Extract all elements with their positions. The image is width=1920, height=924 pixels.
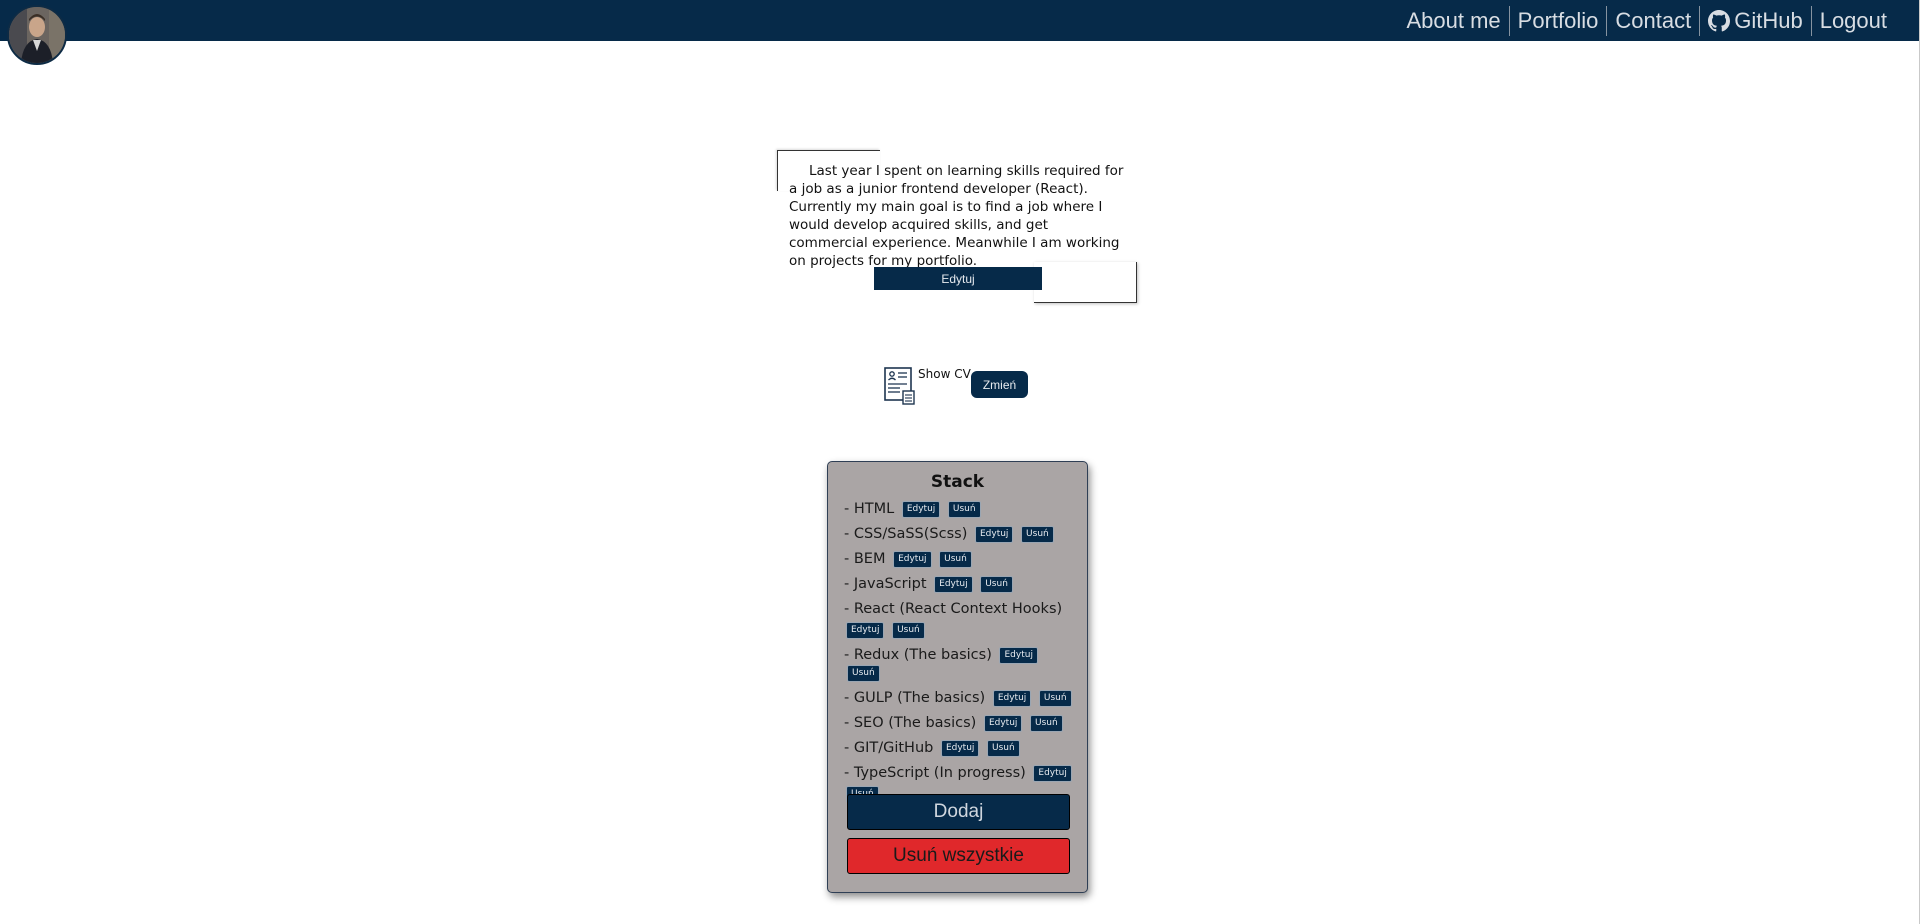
- stack-item-label: - React (React Context Hooks): [844, 601, 1063, 617]
- about-edit-button[interactable]: Edytuj: [874, 267, 1042, 290]
- stack-delete-button[interactable]: Usuń: [892, 621, 925, 639]
- nav-logout[interactable]: Logout: [1812, 6, 1895, 36]
- stack-item-label: - BEM: [844, 551, 886, 567]
- main-nav: About me Portfolio Contact GitHub Logout: [1399, 0, 1896, 41]
- stack-edit-button[interactable]: Edytuj: [992, 689, 1032, 707]
- stack-item-label: - GIT/GitHub: [844, 740, 934, 756]
- nav-contact[interactable]: Contact: [1607, 6, 1699, 36]
- top-navbar: About me Portfolio Contact GitHub Logout: [0, 0, 1919, 41]
- about-section: Last year I spent on learning skills req…: [777, 150, 1137, 303]
- stack-edit-button[interactable]: Edytuj: [901, 500, 941, 518]
- nav-github[interactable]: GitHub: [1700, 6, 1810, 36]
- cv-document-icon[interactable]: [884, 367, 916, 405]
- stack-edit-button[interactable]: Edytuj: [846, 621, 885, 639]
- github-icon: [1708, 9, 1731, 31]
- change-cv-button[interactable]: Zmień: [971, 371, 1028, 398]
- stack-item: - BEM Edytuj Usuń: [844, 550, 1074, 568]
- stack-item: - SEO (The basics) Edytuj Usuń: [844, 714, 1074, 732]
- stack-item-label: - SEO (The basics): [844, 715, 977, 731]
- stack-item: - HTML Edytuj Usuń: [844, 500, 1074, 518]
- stack-delete-button[interactable]: Usuń: [947, 500, 981, 518]
- delete-all-button[interactable]: Usuń wszystkie: [847, 838, 1070, 874]
- avatar: [7, 5, 67, 65]
- stack-item: - Redux (The basics) Edytuj Usuń: [844, 646, 1074, 682]
- stack-delete-button[interactable]: Usuń: [1038, 689, 1072, 707]
- stack-item: - React (React Context Hooks) Edytuj Usu…: [844, 600, 1074, 639]
- stack-item-label: - HTML: [844, 501, 895, 517]
- stack-delete-button[interactable]: Usuń: [987, 739, 1020, 757]
- stack-edit-button[interactable]: Edytuj: [934, 575, 973, 593]
- stack-item: - JavaScript Edytuj Usuń: [844, 575, 1074, 593]
- stack-delete-button[interactable]: Usuń: [1021, 525, 1054, 543]
- add-stack-button[interactable]: Dodaj: [847, 794, 1070, 830]
- stack-item: - CSS/SaSS(Scss) Edytuj Usuń: [844, 525, 1074, 543]
- stack-edit-button[interactable]: Edytuj: [999, 646, 1038, 664]
- avatar-photo-icon: [9, 7, 65, 63]
- nav-about-me[interactable]: About me: [1399, 6, 1509, 36]
- stack-item-label: - TypeScript (In progress): [844, 765, 1026, 781]
- stack-list: - HTML Edytuj Usuń - CSS/SaSS(Scss) Edyt…: [844, 500, 1074, 810]
- stack-delete-button[interactable]: Usuń: [1030, 714, 1063, 732]
- stack-edit-button[interactable]: Edytuj: [983, 714, 1023, 732]
- stack-item-label: - CSS/SaSS(Scss): [844, 526, 968, 542]
- stack-item-label: - Redux (The basics): [844, 647, 992, 663]
- stack-item-label: - GULP (The basics): [844, 690, 986, 706]
- stack-edit-button[interactable]: Edytuj: [893, 550, 932, 568]
- nav-portfolio[interactable]: Portfolio: [1510, 6, 1607, 36]
- stack-item-label: - JavaScript: [844, 576, 927, 592]
- stack-delete-button[interactable]: Usuń: [980, 575, 1013, 593]
- about-text: Last year I spent on learning skills req…: [789, 163, 1124, 269]
- nav-github-label: GitHub: [1734, 7, 1803, 33]
- stack-item: - GIT/GitHub Edytuj Usuń: [844, 739, 1074, 757]
- stack-edit-button[interactable]: Edytuj: [1033, 764, 1072, 782]
- stack-edit-button[interactable]: Edytuj: [940, 739, 980, 757]
- stack-delete-button[interactable]: Usuń: [939, 550, 972, 568]
- stack-card: Stack - HTML Edytuj Usuń - CSS/SaSS(Scss…: [827, 461, 1088, 893]
- stack-edit-button[interactable]: Edytuj: [974, 525, 1014, 543]
- stack-delete-button[interactable]: Usuń: [847, 664, 880, 682]
- stack-item: - GULP (The basics) Edytuj Usuń: [844, 689, 1074, 707]
- show-cv-link[interactable]: Show CV: [918, 367, 971, 381]
- stack-title: Stack: [930, 472, 985, 492]
